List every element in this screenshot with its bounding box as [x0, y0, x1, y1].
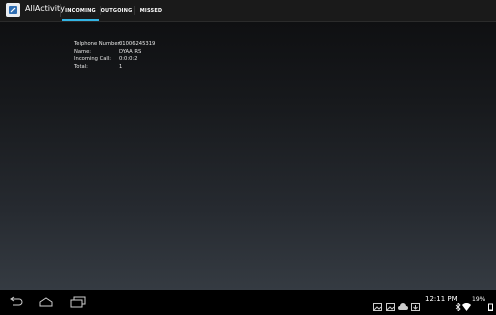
incoming-call-label: Incoming Call: [74, 56, 111, 62]
wifi-icon [462, 296, 471, 315]
incoming-call-value: 0:0:0:2 [119, 56, 138, 62]
tab-missed[interactable]: MISSED [135, 0, 167, 21]
system-nav-bar [0, 290, 496, 310]
tab-outgoing[interactable]: OUTGOING [101, 0, 133, 21]
back-icon[interactable] [8, 293, 24, 312]
incoming-call-panel: Telphone Number: 01006245319 Name: DYAA … [0, 22, 496, 290]
bluetooth-icon [455, 296, 461, 315]
total-label: Total: [74, 63, 88, 70]
title-divider [60, 4, 61, 17]
clock: 12:11 PM [425, 295, 458, 303]
home-icon[interactable] [38, 293, 54, 312]
tab-incoming[interactable]: INCOMING [62, 0, 99, 21]
battery-level: 19% [472, 296, 486, 303]
gallery-notification-icon[interactable] [386, 296, 395, 315]
gallery-notification-icon[interactable] [373, 296, 382, 315]
recents-icon[interactable] [69, 293, 87, 312]
name-value: DYAA RS [119, 48, 142, 55]
download-icon[interactable] [411, 296, 420, 315]
app-title: AllActivity [25, 4, 65, 13]
cloud-upload-icon[interactable] [398, 296, 408, 315]
app-icon[interactable] [6, 3, 20, 17]
action-bar: AllActivity INCOMING OUTGOING MISSED [0, 0, 496, 22]
name-label: Name: [74, 48, 92, 55]
telephone-label: Telphone Number: [74, 41, 122, 47]
total-value: 1 [119, 63, 123, 70]
battery-icon [488, 296, 493, 315]
telephone-value: 01006245319 [119, 41, 156, 47]
